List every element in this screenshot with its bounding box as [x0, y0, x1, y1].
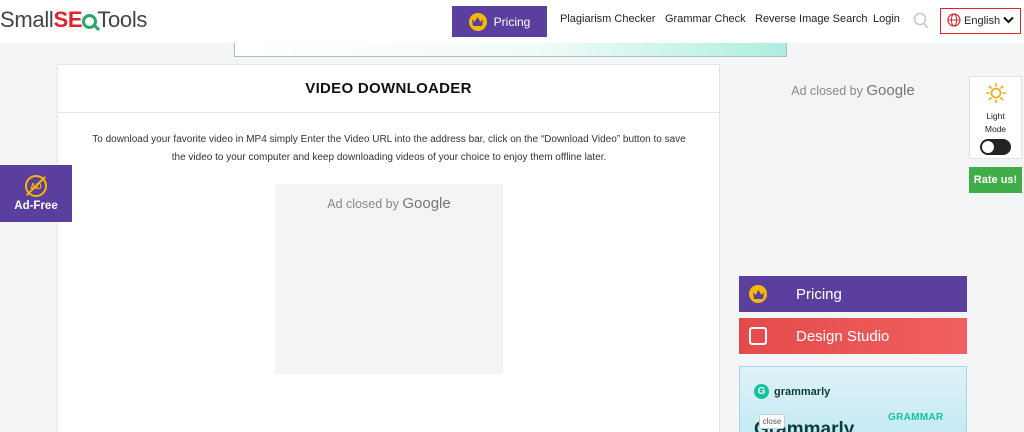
- chevron-down-icon: [1003, 15, 1014, 27]
- design-studio-label: Design Studio: [796, 327, 890, 345]
- crown-icon: [468, 12, 487, 31]
- nav-reverse-image-search[interactable]: Reverse Image Search: [755, 13, 868, 25]
- sidebar-pricing-button[interactable]: Pricing: [739, 276, 967, 312]
- ad-closed-notice: Ad closed by Google: [327, 195, 451, 212]
- tool-description: To download your favorite video in MP4 s…: [92, 134, 686, 163]
- globe-icon: [947, 12, 961, 30]
- ad-close-button[interactable]: close: [759, 414, 785, 429]
- rate-us-button[interactable]: Rate us!: [969, 167, 1022, 193]
- ad-free-button[interactable]: AD Ad-Free: [0, 165, 72, 222]
- no-ads-icon: AD: [25, 175, 47, 197]
- main-card: VIDEO DOWNLOADER To download your favori…: [57, 64, 720, 432]
- grammarly-logo: G grammarly: [754, 384, 830, 399]
- dark-mode-toggle[interactable]: [980, 139, 1011, 155]
- search-icon[interactable]: [913, 12, 929, 30]
- crown-icon: [749, 285, 767, 303]
- design-studio-icon: [749, 327, 767, 345]
- pricing-label: Pricing: [493, 14, 531, 29]
- language-label: English: [964, 15, 1001, 27]
- grammarly-tag: GRAMMAR: [888, 412, 944, 423]
- site-logo[interactable]: SmallSE Tools: [0, 7, 147, 35]
- theme-mode-label: Light Mode: [984, 111, 1007, 134]
- page-title: VIDEO DOWNLOADER: [58, 65, 719, 113]
- ad-slot-center: Ad closed by Google: [275, 184, 503, 374]
- theme-toggle-panel: Light Mode: [969, 76, 1022, 159]
- nav-login[interactable]: Login: [873, 13, 900, 25]
- ad-slot-right: Ad closed by Google: [739, 64, 967, 264]
- grammarly-g-icon: G: [754, 384, 769, 399]
- ad-closed-notice-right: Ad closed by Google: [791, 82, 915, 99]
- nav-grammar-check[interactable]: Grammar Check: [665, 13, 746, 25]
- top-ad-banner: [234, 43, 787, 57]
- sidebar-pricing-label: Pricing: [796, 285, 842, 303]
- language-selector[interactable]: English: [940, 8, 1021, 34]
- nav-plagiarism-checker[interactable]: Plagiarism Checker: [560, 13, 655, 25]
- header: SmallSE Tools Pricing Plagiarism Checker …: [0, 0, 1024, 43]
- ad-free-label: Ad-Free: [14, 200, 58, 212]
- sun-icon: [985, 83, 1006, 108]
- magnifier-o-icon: [82, 14, 98, 29]
- pricing-button[interactable]: Pricing: [452, 6, 547, 37]
- design-studio-button[interactable]: Design Studio: [739, 318, 967, 354]
